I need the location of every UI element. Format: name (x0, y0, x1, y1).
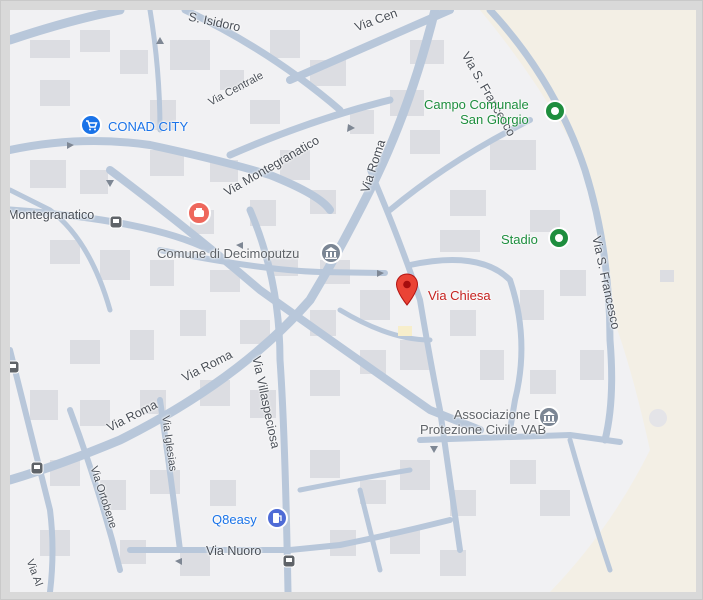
street-label-montegranatico: Montegranatico (10, 208, 95, 222)
location-pin-icon[interactable] (395, 273, 419, 307)
map-canvas[interactable]: S. Isidoro Via Cen Via S. Francesco Via … (10, 10, 696, 592)
poi-campo-line1: Campo Comunale (424, 97, 529, 112)
map-frame: S. Isidoro Via Cen Via S. Francesco Via … (0, 0, 703, 600)
pin-label-via-chiesa[interactable]: Via Chiesa (428, 289, 491, 302)
poi-campo-line2: San Giorgio (460, 111, 529, 127)
government-building-icon[interactable] (320, 242, 342, 264)
park-pin-icon[interactable] (544, 100, 566, 122)
map-graphics (10, 10, 696, 592)
shopping-cart-icon[interactable] (80, 114, 102, 136)
civic-building-icon[interactable] (538, 406, 560, 428)
poi-associazione[interactable]: Associazione Di Protezione Civile VAB (420, 407, 547, 438)
poi-campo-comunale[interactable]: Campo Comunale San Giorgio (424, 97, 529, 128)
poi-stadio[interactable]: Stadio (501, 233, 538, 246)
bus-stop-icon-3[interactable] (282, 554, 296, 568)
poi-conad-city[interactable]: CONAD CITY (108, 120, 188, 133)
poi-q8easy[interactable]: Q8easy (212, 513, 257, 526)
street-label-via-nuoro: Via Nuoro (206, 544, 262, 558)
gas-station-icon[interactable] (266, 507, 288, 529)
poi-comune[interactable]: Comune di Decimoputzu (157, 247, 299, 260)
bus-stop-icon-2[interactable] (30, 461, 44, 475)
stadium-pin-icon[interactable] (548, 227, 570, 249)
bus-stop-icon-4[interactable] (10, 360, 20, 374)
bus-stop-icon[interactable] (109, 215, 123, 229)
poi-associazione-line1: Associazione Di (453, 407, 547, 422)
poi-associazione-line2: Protezione Civile VAB (420, 421, 547, 437)
restaurant-icon[interactable] (187, 201, 211, 225)
